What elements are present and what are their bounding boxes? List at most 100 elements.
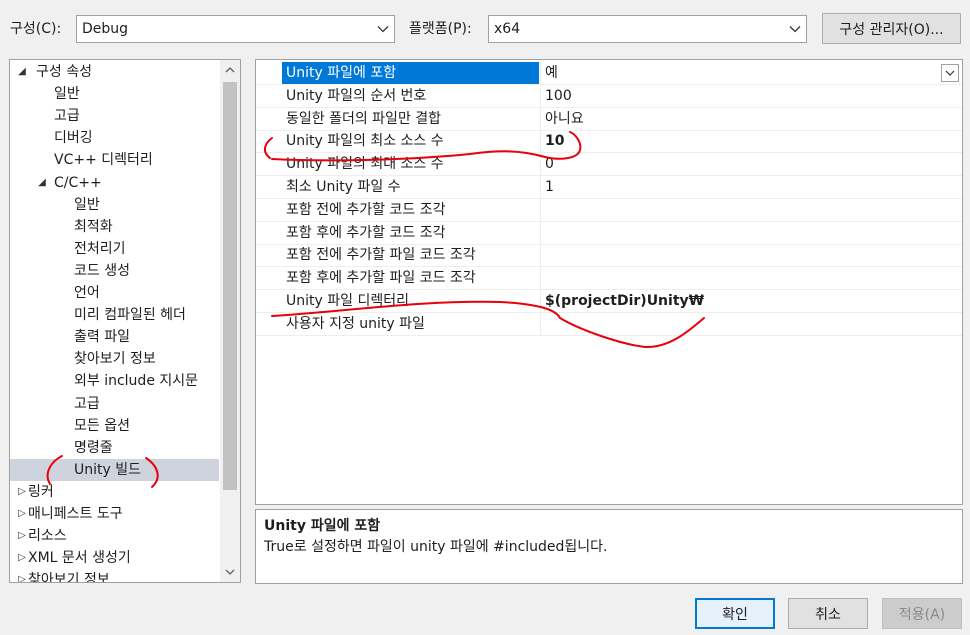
platform-label: 플랫폼(P): xyxy=(409,21,472,37)
tree-item[interactable]: ▷ 매니페스트 도구 xyxy=(10,503,219,525)
description-title: Unity 파일에 포함 xyxy=(264,518,381,534)
property-row[interactable]: 포함 전에 추가할 파일 코드 조각 xyxy=(256,244,962,268)
tree-item[interactable]: ▷ 찾아보기 정보 xyxy=(10,569,219,582)
chevron-down-icon[interactable] xyxy=(941,64,959,82)
tree-scrollbar[interactable] xyxy=(220,60,240,582)
property-name[interactable]: 사용자 지정 unity 파일 xyxy=(282,313,539,335)
property-name[interactable]: 최소 Unity 파일 수 xyxy=(282,176,539,198)
tree-item[interactable]: Unity 빌드 xyxy=(10,458,219,481)
platform-dropdown[interactable]: x64 xyxy=(488,15,807,43)
property-row[interactable]: 포함 전에 추가할 코드 조각 xyxy=(256,198,962,222)
cancel-button[interactable]: 취소 xyxy=(788,598,868,629)
tree-item-label: 디버깅 xyxy=(54,130,93,147)
tree-item[interactable]: 일반 xyxy=(10,194,219,216)
property-name[interactable]: Unity 파일의 최대 소스 수 xyxy=(282,153,539,175)
property-value[interactable] xyxy=(540,221,962,244)
property-row[interactable]: Unity 파일에 포함 예 xyxy=(256,62,962,85)
tree-item[interactable]: 찾아보기 정보 xyxy=(10,348,219,370)
tree-item[interactable]: 출력 파일 xyxy=(10,326,219,348)
expand-arrow-icon[interactable]: ▷ xyxy=(16,574,28,582)
tree-item[interactable]: ◢ C/C++ xyxy=(10,172,219,194)
ok-button[interactable]: 확인 xyxy=(695,598,775,629)
config-label: 구성(C): xyxy=(10,21,62,37)
scrollbar-thumb[interactable] xyxy=(223,82,237,490)
property-row[interactable]: 포함 후에 추가할 코드 조각 xyxy=(256,221,962,245)
property-value[interactable]: 100 xyxy=(540,84,962,107)
property-value[interactable] xyxy=(540,267,962,290)
tree-item-label: VC++ 디렉터리 xyxy=(54,152,153,169)
tree-item-label: 고급 xyxy=(74,395,100,412)
tree-item-label: C/C++ xyxy=(54,174,102,191)
property-value[interactable]: 0 xyxy=(540,153,962,176)
property-value[interactable]: 아니요 xyxy=(540,107,962,130)
property-grid[interactable]: Unity 파일에 포함 예 Unity 파일의 순서 번호 100 동일한 폴더의 파… xyxy=(255,59,963,505)
property-value[interactable] xyxy=(540,198,962,221)
tree-item[interactable]: 전처리기 xyxy=(10,238,219,260)
property-row[interactable]: Unity 파일의 최대 소스 수0 xyxy=(256,153,962,177)
tree-item[interactable]: VC++ 디렉터리 xyxy=(10,149,219,171)
property-name[interactable]: Unity 파일의 순서 번호 xyxy=(282,85,539,107)
tree-item[interactable]: 고급 xyxy=(10,105,219,127)
config-dropdown[interactable]: Debug xyxy=(76,15,395,43)
description-body: True로 설정하면 파일이 unity 파일에 #included됩니다. xyxy=(264,539,608,555)
tree-item[interactable]: 모든 옵션 xyxy=(10,415,219,437)
property-row[interactable]: 동일한 폴더의 파일만 결합 아니요 xyxy=(256,107,962,131)
property-row[interactable]: Unity 파일의 순서 번호 100 xyxy=(256,84,962,108)
expand-arrow-icon[interactable]: ▷ xyxy=(16,508,28,520)
tree-item-label: 모든 옵션 xyxy=(74,417,130,434)
tree-item-label: 언어 xyxy=(74,285,100,301)
collapse-arrow-icon[interactable]: ◢ xyxy=(16,66,28,78)
chevron-down-icon[interactable] xyxy=(220,562,240,582)
tree-item-label: XML 문서 생성기 xyxy=(28,550,131,567)
tree-item-label: 미리 컴파일된 헤더 xyxy=(74,307,186,324)
property-row[interactable]: Unity 파일 디렉터리 $(projectDir)Unity₩ xyxy=(256,290,962,313)
property-name[interactable]: Unity 파일 디렉터리 xyxy=(282,290,539,312)
expand-arrow-icon[interactable]: ▷ xyxy=(16,486,28,498)
config-manager-button[interactable]: 구성 관리자(O)... xyxy=(822,13,961,44)
property-name[interactable]: 동일한 폴더의 파일만 결합 xyxy=(282,108,539,130)
tree-item[interactable]: 고급 xyxy=(10,393,219,415)
tree-item[interactable]: 외부 include 지시문 xyxy=(10,370,219,392)
property-value[interactable] xyxy=(540,312,962,335)
tree-item-label: Unity 빌드 xyxy=(74,461,141,478)
tree-item[interactable]: ▷ XML 문서 생성기 xyxy=(10,547,219,569)
property-name[interactable]: 포함 전에 추가할 코드 조각 xyxy=(282,199,539,221)
chevron-down-icon xyxy=(372,16,394,42)
tree-item[interactable]: 명령줄 xyxy=(10,437,219,459)
property-row[interactable]: 포함 후에 추가할 파일 코드 조각 xyxy=(256,267,962,291)
tree-item-label: 고급 xyxy=(54,108,80,125)
property-row[interactable]: Unity 파일의 최소 소스 수 10 xyxy=(256,130,962,154)
tree-item-label: 최적화 xyxy=(74,218,113,235)
config-value: Debug xyxy=(82,21,129,37)
tree-item[interactable]: 언어 xyxy=(10,282,219,304)
property-value[interactable]: 1 xyxy=(540,176,962,198)
property-value[interactable] xyxy=(540,244,962,267)
tree-item[interactable]: 디버깅 xyxy=(10,127,219,149)
property-value[interactable]: $(projectDir)Unity₩ xyxy=(540,290,962,312)
property-name[interactable]: Unity 파일의 최소 소스 수 xyxy=(282,130,539,152)
property-value[interactable]: 10 xyxy=(540,130,962,153)
tree-item[interactable]: 최적화 xyxy=(10,216,219,238)
property-name[interactable]: Unity 파일에 포함 xyxy=(282,62,539,84)
chevron-up-icon[interactable] xyxy=(220,60,240,80)
expand-arrow-icon[interactable]: ▷ xyxy=(16,530,28,542)
tree-item[interactable]: 코드 생성 xyxy=(10,260,219,282)
tree-item-label: 코드 생성 xyxy=(74,262,130,279)
tree-item[interactable]: ▷ 링커 xyxy=(10,481,219,503)
property-tree[interactable]: ◢ 구성 속성 일반 고급 디버깅 VC++ 디렉터리 ◢ C/C++ 일반 최적화 전처리기 코드 … xyxy=(9,59,241,583)
property-name[interactable]: 포함 후에 추가할 코드 조각 xyxy=(282,222,539,244)
property-name[interactable]: 포함 전에 추가할 파일 코드 조각 xyxy=(282,244,539,266)
tree-item-label: 일반 xyxy=(74,196,100,213)
apply-button[interactable]: 적용(A) xyxy=(882,598,962,629)
property-value[interactable]: 예 xyxy=(540,62,962,84)
collapse-arrow-icon[interactable]: ◢ xyxy=(36,177,48,189)
property-row[interactable]: 사용자 지정 unity 파일 xyxy=(256,312,962,336)
tree-item[interactable]: 미리 컴파일된 헤더 xyxy=(10,304,219,326)
expand-arrow-icon[interactable]: ▷ xyxy=(16,552,28,564)
tree-item-label: 링커 xyxy=(28,483,54,500)
tree-item[interactable]: 일반 xyxy=(10,83,219,105)
tree-item[interactable]: ◢ 구성 속성 xyxy=(10,61,219,83)
property-row[interactable]: 최소 Unity 파일 수1 xyxy=(256,176,962,199)
tree-item[interactable]: ▷ 리소스 xyxy=(10,525,219,547)
property-name[interactable]: 포함 후에 추가할 파일 코드 조각 xyxy=(282,267,539,289)
